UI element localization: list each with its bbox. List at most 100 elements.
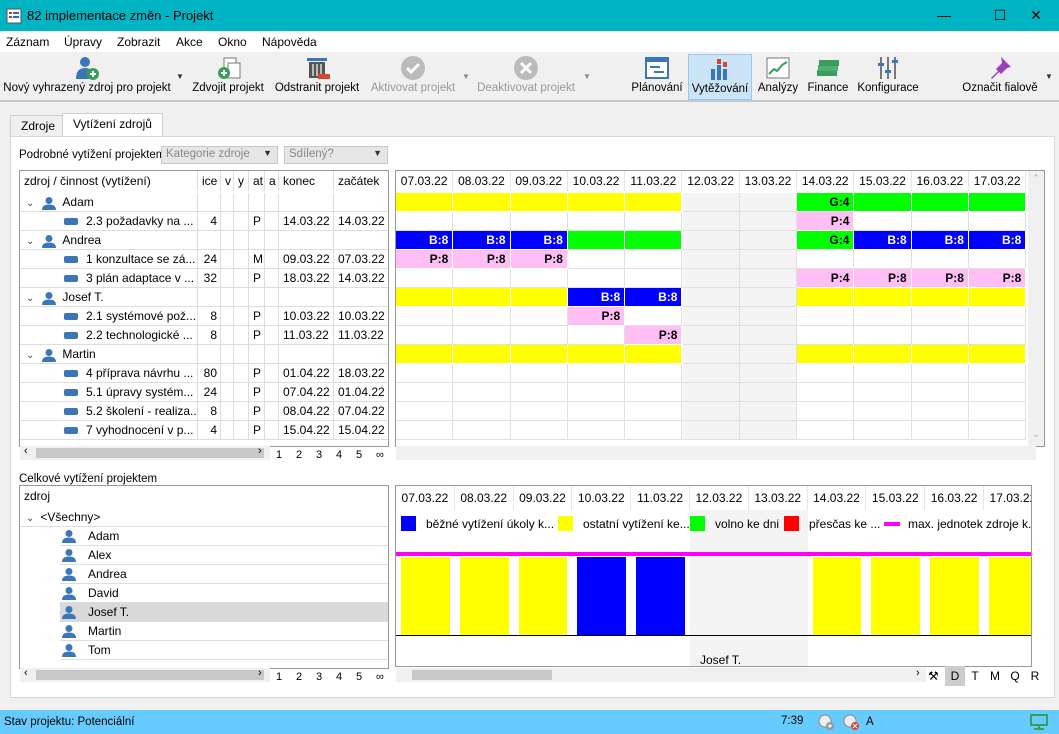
menu-upravy[interactable]: Úpravy: [64, 35, 102, 49]
column-header-5[interactable]: a: [265, 171, 279, 191]
chart-hscrollbar[interactable]: ›: [396, 667, 926, 682]
resource-row[interactable]: ⌄ Martin: [20, 345, 198, 364]
new-resource-button[interactable]: Nový vyhrazený zdroj pro projekt: [2, 54, 172, 100]
column-header-6[interactable]: konec: [279, 171, 334, 191]
tree-item[interactable]: Martin: [60, 622, 388, 641]
chevron-down-icon[interactable]: ⌄: [26, 198, 34, 209]
column-header-3[interactable]: y: [234, 171, 249, 191]
close-button[interactable]: ✕: [1013, 0, 1059, 31]
scale-T[interactable]: T: [965, 666, 985, 686]
scale-R[interactable]: R: [1025, 666, 1045, 686]
menu-akce[interactable]: Akce: [176, 35, 203, 49]
page-link[interactable]: 5: [356, 671, 362, 683]
scroll-thumb[interactable]: [36, 448, 264, 458]
grid-vscrollbar[interactable]: ⌃ ⌄: [1028, 171, 1044, 446]
chevron-down-icon[interactable]: ⌄: [26, 236, 34, 247]
column-header-4[interactable]: at: [249, 171, 265, 191]
dropdown-arrow-icon[interactable]: ▼: [462, 72, 470, 81]
resource-row[interactable]: ⌄ Josef T.: [20, 288, 198, 307]
scroll-right-icon[interactable]: ›: [258, 445, 262, 457]
clock-add-icon[interactable]: [818, 714, 834, 730]
utilization-button[interactable]: Vytěžování: [688, 54, 752, 100]
page-link[interactable]: 1: [276, 671, 282, 683]
activate-project-button[interactable]: Aktivovat projekt: [367, 54, 459, 100]
dropdown-arrow-icon[interactable]: ▼: [176, 72, 184, 81]
page-link[interactable]: 2: [296, 449, 302, 461]
page-link[interactable]: 1: [276, 449, 282, 461]
cell-start: 11.03.22: [334, 326, 388, 345]
task-row[interactable]: 4 příprava návrhu ...: [20, 364, 198, 383]
shared-select[interactable]: Sdílený? ▼: [284, 146, 388, 164]
scroll-thumb[interactable]: [36, 670, 264, 680]
dropdown-arrow-icon[interactable]: ▼: [583, 72, 591, 81]
tree-hscrollbar[interactable]: ‹ ›: [20, 667, 270, 682]
chevron-down-icon[interactable]: ⌄: [26, 513, 34, 524]
scroll-left-icon[interactable]: ‹: [24, 445, 28, 457]
chevron-down-icon[interactable]: ⌄: [26, 293, 34, 304]
page-link[interactable]: ∞: [376, 449, 384, 461]
category-select[interactable]: Kategorie zdroje ▼: [161, 146, 278, 164]
finance-button[interactable]: Finance: [806, 54, 850, 100]
menu-zobrazit[interactable]: Zobrazit: [117, 35, 160, 49]
scroll-down-icon[interactable]: ⌄: [1032, 429, 1040, 440]
deactivate-project-button[interactable]: Deaktivovat projekt: [474, 54, 578, 100]
resource-row[interactable]: ⌄ Adam: [20, 193, 198, 212]
chevron-down-icon[interactable]: ⌄: [26, 350, 34, 361]
legend-label: běžné vytížení úkoly k...: [426, 516, 555, 531]
tab-vytizeni-zdroju[interactable]: Vytížení zdrojů: [62, 113, 163, 137]
task-row[interactable]: 5.2 školení - realiza...: [20, 402, 198, 421]
menu-okno[interactable]: Okno: [218, 35, 247, 49]
mark-purple-button[interactable]: Označit fialově: [958, 54, 1042, 100]
page-link[interactable]: 4: [336, 449, 342, 461]
delete-project-button[interactable]: Odstranit projekt: [272, 54, 362, 100]
scroll-left-icon[interactable]: ‹: [24, 667, 28, 679]
tree-item[interactable]: Adam: [60, 527, 388, 546]
tree-item-all[interactable]: ⌄ <Všechny>: [20, 508, 388, 527]
scroll-up-icon[interactable]: ⌃: [1032, 173, 1040, 184]
detail-hscrollbar[interactable]: ‹ ›: [20, 445, 270, 460]
analysis-button[interactable]: Analýzy: [755, 54, 801, 100]
page-link[interactable]: 4: [336, 671, 342, 683]
scroll-thumb[interactable]: [412, 670, 552, 680]
page-link[interactable]: 3: [316, 449, 322, 461]
scale-M[interactable]: M: [985, 666, 1005, 686]
scroll-right-icon[interactable]: ›: [916, 667, 920, 679]
menu-napoveda[interactable]: Nápověda: [262, 35, 317, 49]
page-link[interactable]: 3: [316, 671, 322, 683]
task-row[interactable]: 2.3 požadavky na ...: [20, 212, 198, 231]
task-row[interactable]: 5.1 úpravy systém...: [20, 383, 198, 402]
scroll-right-icon[interactable]: ›: [258, 667, 262, 679]
column-header-7[interactable]: začátek: [334, 171, 388, 191]
utilization-cell: [911, 421, 969, 440]
toolbar-overflow-icon[interactable]: ▼: [1045, 72, 1053, 81]
tree-item[interactable]: Alex: [60, 546, 388, 565]
tree-item[interactable]: Josef T.: [60, 603, 388, 622]
scale-D[interactable]: D: [945, 666, 965, 686]
clock-remove-icon[interactable]: [843, 714, 859, 730]
page-link[interactable]: 5: [356, 449, 362, 461]
configuration-button[interactable]: Konfigurace: [856, 54, 920, 100]
task-row[interactable]: 2.1 systémové pož...: [20, 307, 198, 326]
page-link[interactable]: 2: [296, 671, 302, 683]
column-header-2[interactable]: v: [221, 171, 234, 191]
menu-zaznam[interactable]: Záznam: [6, 35, 49, 49]
task-row[interactable]: 7 vyhodnocení v p...: [20, 421, 198, 440]
planning-button[interactable]: Plánování: [630, 54, 684, 100]
task-row[interactable]: 1 konzultace se zá...: [20, 250, 198, 269]
page-link[interactable]: ∞: [376, 671, 384, 683]
tree-item[interactable]: Tom: [60, 641, 388, 660]
minimize-button[interactable]: —: [921, 0, 967, 31]
duplicate-project-button[interactable]: Zdvojit projekt: [190, 54, 266, 100]
tab-zdroje[interactable]: Zdroje: [10, 115, 67, 136]
scale-Q[interactable]: Q: [1005, 666, 1025, 686]
cell-empty: [234, 326, 249, 345]
task-row[interactable]: 2.2 technologické ...: [20, 326, 198, 345]
task-row[interactable]: 3 plán adaptace v ...: [20, 269, 198, 288]
resource-row[interactable]: ⌄ Andrea: [20, 231, 198, 250]
utilization-cell: [739, 421, 798, 440]
tree-item[interactable]: David: [60, 584, 388, 603]
column-header-1[interactable]: ice: [198, 171, 221, 191]
row-name: 5.2 školení - realiza...: [86, 404, 198, 418]
tree-item[interactable]: Andrea: [60, 565, 388, 584]
tools-icon[interactable]: ⚒: [928, 669, 939, 683]
